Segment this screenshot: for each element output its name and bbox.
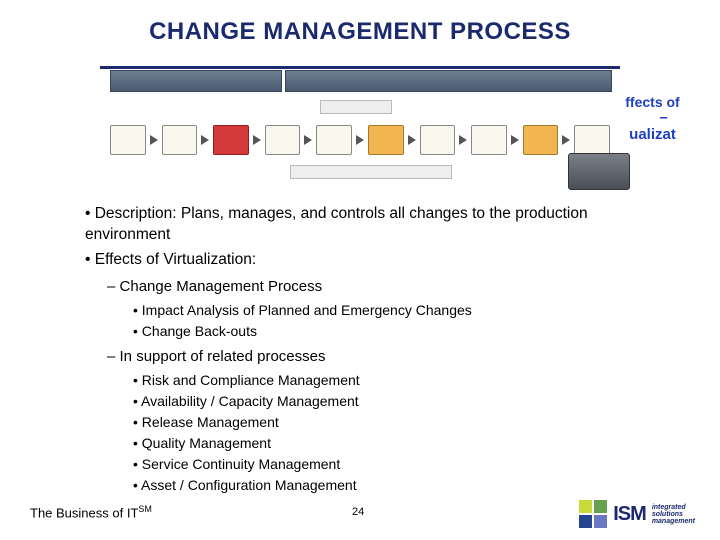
logo-cell (579, 515, 592, 528)
arrow-right-icon (304, 135, 312, 145)
logo-word: solutions (652, 511, 695, 518)
logo-word: integrated (652, 504, 695, 511)
flow-step-highlight (213, 125, 249, 155)
virt-tag-line1: ffects of (625, 94, 679, 110)
bullet-description: Description: Plans, manages, and control… (85, 204, 670, 246)
flow-step (265, 125, 301, 155)
sub-related-processes: In support of related processes (107, 347, 670, 367)
flow-step (162, 125, 198, 155)
process-flowchart (110, 70, 610, 190)
footer-tagline: The Business of ITSM (30, 504, 152, 520)
list-item: Asset / Configuration Management (133, 476, 670, 495)
virtualization-tag: ffects of ualizat (620, 95, 685, 143)
logo-acronym: ISM (613, 503, 646, 526)
flow-step-decision (523, 125, 559, 155)
arrow-right-icon (511, 135, 519, 145)
list-item: Availability / Capacity Management (133, 392, 670, 411)
arrow-right-icon (150, 135, 158, 145)
page-title: CHANGE MANAGEMENT PROCESS (0, 0, 720, 46)
footer-trademark: SM (138, 504, 152, 514)
server-stack-icon (568, 153, 630, 190)
flow-step-decision (368, 125, 404, 155)
arrow-right-icon (356, 135, 364, 145)
flow-row (110, 125, 610, 155)
flow-step (471, 125, 507, 155)
body-text: Description: Plans, manages, and control… (85, 200, 670, 496)
flow-annotation-top (320, 100, 392, 114)
flow-step (110, 125, 146, 155)
logo-cell (594, 515, 607, 528)
logo-fullname: integrated solutions management (652, 504, 695, 525)
arrow-right-icon (459, 135, 467, 145)
phase-operational-bar (285, 70, 612, 92)
page-number: 24 (352, 506, 364, 518)
flow-annotation-bottom (290, 165, 452, 179)
logo-cell (594, 500, 607, 513)
flow-step (420, 125, 456, 155)
arrow-right-icon (562, 135, 570, 145)
flow-step (574, 125, 610, 155)
phase-strategic-bar (110, 70, 282, 92)
flow-step (316, 125, 352, 155)
company-logo: ISM integrated solutions management (579, 500, 695, 528)
list-item: Quality Management (133, 434, 670, 453)
virt-tag-line2: ualizat (629, 109, 676, 143)
arrow-right-icon (201, 135, 209, 145)
logo-cell (579, 500, 592, 513)
sub-change-process: Change Management Process (107, 277, 670, 297)
logo-grid-icon (579, 500, 607, 528)
arrow-right-icon (253, 135, 261, 145)
list-item: Risk and Compliance Management (133, 371, 670, 390)
title-underline (100, 66, 620, 69)
bullet-effects: Effects of Virtualization: (85, 250, 670, 271)
list-item: Change Back-outs (133, 322, 670, 341)
footer-tagline-text: The Business of IT (30, 505, 138, 520)
logo-word: management (652, 518, 695, 525)
list-item: Impact Analysis of Planned and Emergency… (133, 301, 670, 320)
list-item: Service Continuity Management (133, 455, 670, 474)
arrow-right-icon (408, 135, 416, 145)
list-item: Release Management (133, 413, 670, 432)
